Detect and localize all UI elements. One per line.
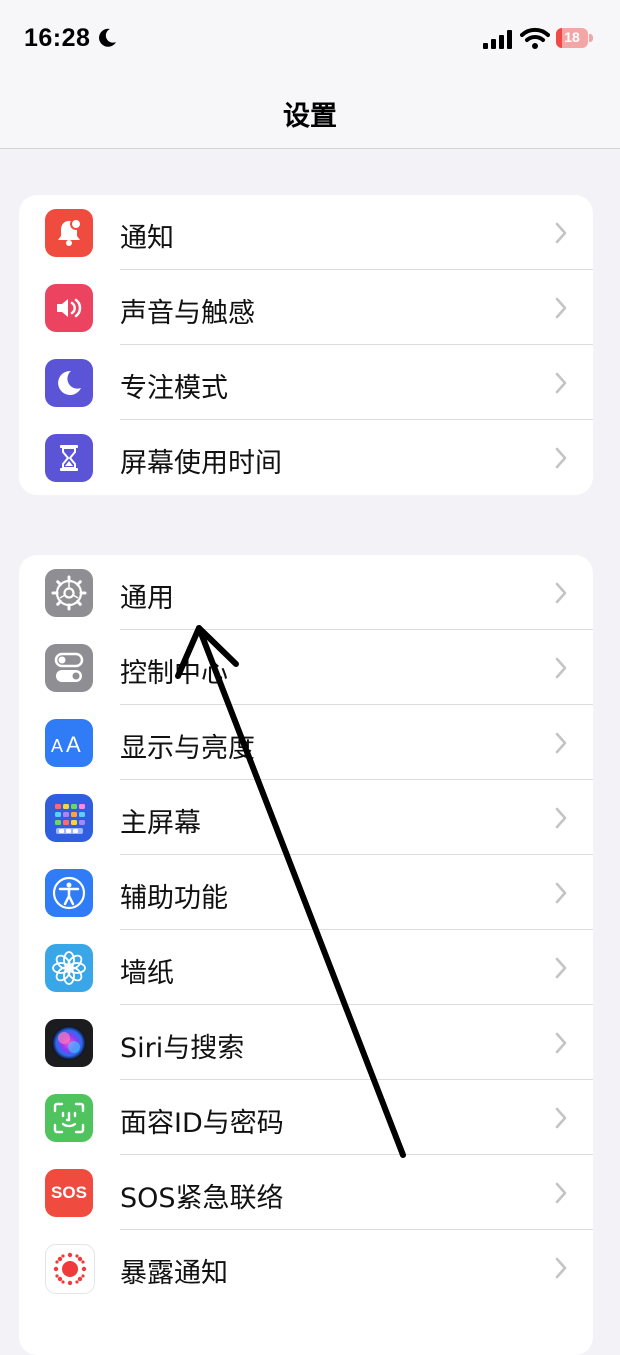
text-size-icon: AA (45, 719, 93, 767)
settings-row-face-id[interactable]: 面容ID与密码 (19, 1080, 593, 1155)
settings-row-label: 专注模式 (120, 373, 228, 404)
chevron-right-icon (555, 882, 567, 904)
sos-icon: SOS (45, 1169, 93, 1217)
settings-row-label: 控制中心 (120, 658, 228, 689)
page-title: 设置 (283, 101, 337, 132)
settings-row-gear[interactable]: 通用 (19, 555, 593, 630)
settings-row-label: SOS紧急联络 (120, 1183, 284, 1214)
status-bar: 16:28 18 (0, 0, 620, 78)
chevron-right-icon (555, 1107, 567, 1129)
chevron-right-icon (555, 447, 567, 469)
cellular-signal-icon (483, 30, 512, 49)
settings-row-label: 主屏幕 (120, 808, 201, 839)
settings-row-label: 辅助功能 (120, 883, 228, 914)
exposure-icon (45, 1244, 95, 1294)
focus-moon-icon (99, 28, 116, 47)
chevron-right-icon (555, 372, 567, 394)
gear-icon (45, 569, 93, 617)
siri-icon (45, 1019, 93, 1067)
chevron-right-icon (555, 732, 567, 754)
home-grid-icon (45, 794, 93, 842)
settings-row-exposure[interactable]: 暴露通知 (19, 1230, 593, 1305)
chevron-right-icon (555, 657, 567, 679)
chevron-right-icon (555, 807, 567, 829)
hourglass-icon (45, 434, 93, 482)
chevron-right-icon (555, 1032, 567, 1054)
chevron-right-icon (555, 222, 567, 244)
battery-icon: 18 (556, 28, 594, 48)
settings-row-label: Siri与搜索 (120, 1033, 245, 1064)
settings-row-sos[interactable]: SOS SOS紧急联络 (19, 1155, 593, 1230)
battery-percentage: 18 (564, 29, 580, 45)
settings-row-text-size[interactable]: A A 显示与亮度 (19, 705, 593, 780)
bell-icon (45, 209, 93, 257)
settings-row-moon[interactable]: 专注模式 (19, 345, 593, 420)
navigation-bar: 设置 (0, 78, 620, 149)
settings-row-flower[interactable]: 墙纸 (19, 930, 593, 1005)
settings-row-home-grid[interactable]: 主屏幕 (19, 780, 593, 855)
settings-row-toggles[interactable]: 控制中心 (19, 630, 593, 705)
settings-row-label: 声音与触感 (120, 298, 255, 329)
wifi-icon (520, 27, 550, 49)
status-time: 16:28 (24, 24, 91, 52)
settings-row-label: 显示与亮度 (120, 733, 255, 764)
svg-text:A: A (66, 732, 81, 757)
face-id-icon (45, 1094, 93, 1142)
settings-row-label: 屏幕使用时间 (120, 448, 282, 479)
toggles-icon (45, 644, 93, 692)
settings-row-label: 面容ID与密码 (120, 1108, 284, 1139)
settings-row-label: 暴露通知 (120, 1258, 228, 1289)
settings-group-general: 通用 控制中心 A A 显示与亮度 主屏幕 辅助功能 墙纸 Siri与搜索 面容ID与密码 SOS S… (19, 555, 593, 1355)
flower-icon (45, 944, 93, 992)
moon-icon (45, 359, 93, 407)
speaker-icon (45, 284, 93, 332)
settings-row-label: 墙纸 (120, 958, 174, 989)
settings-group-notifications: 通知声音与触感专注模式屏幕使用时间 (19, 195, 593, 495)
settings-row-accessibility[interactable]: 辅助功能 (19, 855, 593, 930)
chevron-right-icon (555, 582, 567, 604)
settings-row-label: 通知 (120, 223, 174, 254)
settings-row-bell[interactable]: 通知 (19, 195, 593, 270)
settings-row-hourglass[interactable]: 屏幕使用时间 (19, 420, 593, 495)
settings-row-siri[interactable]: Siri与搜索 (19, 1005, 593, 1080)
chevron-right-icon (555, 297, 567, 319)
svg-text:A: A (51, 736, 63, 756)
chevron-right-icon (555, 1257, 567, 1279)
settings-row-speaker[interactable]: 声音与触感 (19, 270, 593, 345)
settings-row-label: 通用 (120, 583, 174, 614)
accessibility-icon (45, 869, 93, 917)
chevron-right-icon (555, 957, 567, 979)
chevron-right-icon (555, 1182, 567, 1204)
